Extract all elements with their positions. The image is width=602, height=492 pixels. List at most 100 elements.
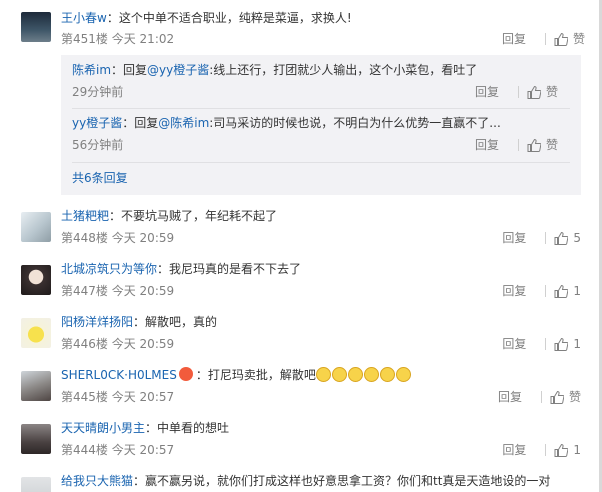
- thumbs-up-icon: [554, 231, 569, 245]
- floor-number: 第451楼: [61, 32, 108, 46]
- like-button[interactable]: 1: [554, 336, 581, 352]
- comment-text: ：中单看的想吐: [145, 421, 230, 435]
- reply-thread: 陈希im：回复@yy橙子酱:线上还行，打团就少人输出，这个小菜包，看吐了 29分…: [61, 55, 581, 195]
- avatar[interactable]: [21, 318, 51, 348]
- like-button[interactable]: 1: [554, 283, 581, 299]
- vip-badge-icon: [178, 367, 193, 381]
- username-link[interactable]: 阳杨洋烊扬阳: [61, 315, 133, 329]
- like-count: 赞: [568, 390, 581, 404]
- username-link[interactable]: 给我只大熊猫: [61, 474, 133, 488]
- thumbs-up-icon: [554, 443, 569, 457]
- like-button[interactable]: 赞: [527, 84, 558, 100]
- show-all-replies-link[interactable]: 共6条回复: [72, 170, 128, 186]
- like-button[interactable]: 赞: [554, 31, 585, 47]
- like-count: 赞: [545, 85, 558, 99]
- reply-button[interactable]: 回复: [502, 336, 526, 352]
- divider: [544, 33, 546, 45]
- like-button[interactable]: 5: [554, 230, 581, 246]
- floor-number: 第448楼: [61, 231, 108, 245]
- username-link[interactable]: 天天晴朗小男主: [61, 421, 145, 435]
- divider: [517, 139, 519, 151]
- floor-number: 第446楼: [61, 337, 108, 351]
- mention-link[interactable]: @yy橙子酱: [147, 63, 209, 77]
- avatar[interactable]: [21, 212, 51, 242]
- floor-number: 第447楼: [61, 284, 108, 298]
- comment-time: 今天 20:59: [111, 337, 175, 351]
- like-count: 1: [573, 443, 581, 457]
- comment-time: 今天 20:59: [111, 284, 175, 298]
- like-button[interactable]: 赞: [550, 389, 581, 405]
- username-link[interactable]: 北城凉筑只为等你: [61, 262, 157, 276]
- comment-item: 阳杨洋烊扬阳：解散吧，真的 第446楼 今天 20:59 回复 1: [0, 306, 598, 359]
- thumbs-up-icon: [527, 85, 541, 99]
- comment-text: :线上还行，打团就少人输出，这个小菜包，看吐了: [209, 63, 478, 77]
- smiley-emoji-icon: [331, 367, 347, 382]
- thumbs-up-icon: [550, 390, 564, 404]
- reply-button[interactable]: 回复: [498, 389, 522, 405]
- sub-reply: 陈希im：回复@yy橙子酱:线上还行，打团就少人输出，这个小菜包，看吐了 29分…: [72, 55, 570, 107]
- reply-prefix: ：回复: [122, 116, 159, 130]
- reply-button[interactable]: 回复: [475, 137, 499, 153]
- reply-button[interactable]: 回复: [502, 442, 526, 458]
- avatar[interactable]: [21, 265, 51, 295]
- divider: [545, 444, 547, 456]
- username-link[interactable]: 土猪粑粑: [61, 209, 109, 223]
- floor-number: 第444楼: [61, 443, 108, 457]
- avatar[interactable]: [21, 477, 51, 492]
- like-count: 1: [573, 337, 581, 351]
- username-link[interactable]: 陈希im: [72, 63, 111, 77]
- divider: [540, 391, 542, 403]
- divider: [545, 285, 547, 297]
- comment-text: ：解散吧，真的: [133, 315, 218, 329]
- comment-time: 今天 20:59: [111, 231, 175, 245]
- comment-time: 今天 20:57: [111, 390, 175, 404]
- like-count: 赞: [572, 32, 585, 46]
- comment-time: 29分钟前: [72, 85, 124, 99]
- username-link[interactable]: SHERL0CK·H0LMES: [61, 368, 177, 382]
- comment-text: :司马采访的时候也说，不明白为什么优势一直赢不了...: [209, 116, 501, 130]
- comment-text: ：我尼玛真的是看不下去了: [157, 262, 302, 276]
- comment-item: 北城凉筑只为等你：我尼玛真的是看不下去了 第447楼 今天 20:59 回复 1: [0, 253, 598, 306]
- divider: [72, 162, 570, 163]
- smiley-emoji-icon: [379, 367, 395, 382]
- smiley-emoji-icon: [395, 367, 411, 382]
- avatar[interactable]: [21, 12, 51, 42]
- sub-reply: yy橙子酱：回复@陈希im:司马采访的时候也说，不明白为什么优势一直赢不了...…: [72, 108, 570, 162]
- thumbs-up-icon: [554, 337, 569, 351]
- like-count: 5: [573, 231, 581, 245]
- reply-button[interactable]: 回复: [502, 31, 526, 47]
- mention-link[interactable]: @陈希im: [158, 116, 209, 130]
- comment-text: ：不要坑马贼了，年纪耗不起了: [109, 209, 278, 223]
- comment-text: ：赢不赢另说，就你们打成这样也好意思拿工资？你们和tt真是天造地设的一对: [133, 474, 551, 488]
- comment-item: 王小春w：这个中单不适合职业，纯粹是菜逼，求换人! 第451楼 今天 21:02…: [0, 0, 598, 200]
- reply-button[interactable]: 回复: [502, 230, 526, 246]
- comment-item: 土猪粑粑：不要坑马贼了，年纪耗不起了 第448楼 今天 20:59 回复 5: [0, 200, 598, 253]
- comment-item: SHERL0CK·H0LMES ：打尼玛卖批，解散吧 第445楼 今天 20:57…: [0, 359, 598, 412]
- emoji-row: [315, 367, 412, 382]
- like-count: 赞: [545, 138, 558, 152]
- comment-item: 天天晴朗小男主：中单看的想吐 第444楼 今天 20:57 回复 1: [0, 412, 598, 465]
- avatar[interactable]: [21, 424, 51, 454]
- like-button[interactable]: 1: [554, 442, 581, 458]
- thumbs-up-icon: [554, 32, 568, 46]
- comment-time: 今天 20:57: [111, 443, 175, 457]
- divider: [517, 86, 519, 98]
- reply-button[interactable]: 回复: [475, 84, 499, 100]
- thumbs-up-icon: [554, 284, 569, 298]
- like-button[interactable]: 赞: [527, 137, 558, 153]
- smiley-emoji-icon: [363, 367, 379, 382]
- reply-prefix: ：回复: [111, 63, 148, 77]
- comment-time: 今天 21:02: [111, 32, 175, 46]
- comment-time: 56分钟前: [72, 138, 124, 152]
- comment-text: ：这个中单不适合职业，纯粹是菜逼，求换人!: [106, 11, 352, 25]
- reply-button[interactable]: 回复: [502, 283, 526, 299]
- comment-item: 给我只大熊猫：赢不赢另说，就你们打成这样也好意思拿工资？你们和tt真是天造地设的…: [0, 465, 598, 492]
- divider: [545, 232, 547, 244]
- divider: [545, 338, 547, 350]
- smiley-emoji-icon: [347, 367, 363, 382]
- floor-number: 第445楼: [61, 390, 108, 404]
- avatar[interactable]: [21, 371, 51, 401]
- like-count: 1: [573, 284, 581, 298]
- username-link[interactable]: 王小春w: [61, 11, 107, 25]
- username-link[interactable]: yy橙子酱: [72, 116, 122, 130]
